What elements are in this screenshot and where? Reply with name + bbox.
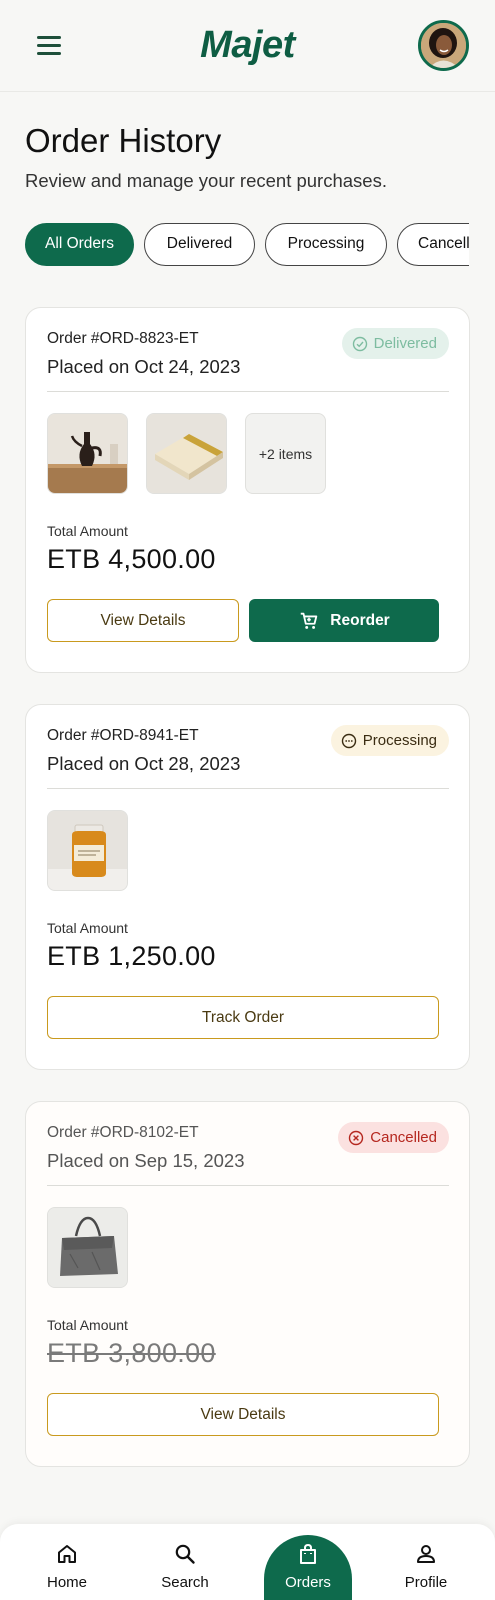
divider xyxy=(47,1185,449,1186)
total-amount: ETB 1,250.00 xyxy=(47,941,216,971)
shopping-bag-icon xyxy=(300,1543,316,1564)
nav-search[interactable]: Search xyxy=(140,1524,230,1600)
avatar[interactable] xyxy=(418,20,469,71)
product-thumbnail[interactable] xyxy=(47,810,128,891)
filter-chips: All Orders Delivered Processing Cancelle… xyxy=(25,223,469,267)
nav-home-label: Home xyxy=(46,1574,87,1591)
order-card: Order #ORD-8941-ET Placed on Oct 28, 202… xyxy=(25,704,470,1070)
divider xyxy=(47,391,449,392)
order-card: Order #ORD-8102-ET Placed on Sep 15, 202… xyxy=(25,1101,470,1467)
x-circle-icon xyxy=(349,1130,364,1145)
filter-chip-cancelled[interactable]: Cancelled xyxy=(397,223,469,266)
nav-orders-label: Orders xyxy=(285,1574,331,1591)
honey-jar-image xyxy=(48,811,127,890)
home-icon xyxy=(58,1545,76,1563)
top-app-bar: Majet xyxy=(0,0,495,92)
nav-home[interactable]: Home xyxy=(22,1524,112,1600)
order-id: Order #ORD-8941-ET xyxy=(47,727,199,744)
total-amount: ETB 4,500.00 xyxy=(47,544,216,574)
product-thumbnail[interactable] xyxy=(47,413,128,494)
check-circle-icon xyxy=(352,336,367,351)
order-date: Placed on Sep 15, 2023 xyxy=(47,1150,245,1171)
filter-chip-delivered[interactable]: Delivered xyxy=(144,223,255,266)
ellipsis-circle-icon xyxy=(341,733,356,748)
status-text: Delivered xyxy=(373,335,437,352)
nav-orders[interactable]: Orders xyxy=(263,1524,353,1600)
user-icon xyxy=(417,1545,435,1563)
reorder-button[interactable]: Reorder xyxy=(249,599,439,642)
order-date: Placed on Oct 24, 2023 xyxy=(47,356,241,377)
coffee-pot-image xyxy=(48,414,127,493)
filter-chip-processing[interactable]: Processing xyxy=(265,223,387,266)
total-amount: ETB 3,800.00 xyxy=(47,1338,216,1368)
product-thumbnail[interactable] xyxy=(146,413,227,494)
bottom-navigation: Home Search Orders Profile xyxy=(0,1524,495,1600)
total-label: Total Amount xyxy=(47,523,128,539)
more-items-thumbnail[interactable]: +2 items xyxy=(245,413,326,494)
order-card: Order #ORD-8823-ET Placed on Oct 24, 202… xyxy=(25,307,470,673)
nav-profile-label: Profile xyxy=(404,1574,448,1591)
reorder-label: Reorder xyxy=(330,611,390,629)
status-text: Processing xyxy=(362,732,437,749)
avatar-image xyxy=(421,23,466,68)
status-badge: Processing xyxy=(330,725,449,756)
leather-bag-image xyxy=(48,1208,127,1287)
order-id: Order #ORD-8102-ET xyxy=(47,1124,199,1141)
search-icon xyxy=(175,1544,195,1564)
status-badge: Cancelled xyxy=(338,1122,449,1153)
product-thumbnail[interactable] xyxy=(47,1207,128,1288)
filter-chip-all-orders[interactable]: All Orders xyxy=(25,223,134,266)
status-badge: Delivered xyxy=(341,328,449,359)
woven-scarf-image xyxy=(147,414,226,493)
total-label: Total Amount xyxy=(47,1317,128,1333)
status-text: Cancelled xyxy=(370,1129,437,1146)
view-details-button[interactable]: View Details xyxy=(47,599,239,642)
total-label: Total Amount xyxy=(47,920,128,936)
divider xyxy=(47,788,449,789)
view-details-button[interactable]: View Details xyxy=(47,1393,439,1436)
nav-search-label: Search xyxy=(161,1574,209,1591)
order-date: Placed on Oct 28, 2023 xyxy=(47,753,241,774)
track-order-button[interactable]: Track Order xyxy=(47,996,439,1039)
nav-profile[interactable]: Profile xyxy=(381,1524,471,1600)
page-title: Order History xyxy=(25,122,222,159)
page-subtitle: Review and manage your recent purchases. xyxy=(25,170,387,191)
cart-icon xyxy=(301,612,318,629)
order-id: Order #ORD-8823-ET xyxy=(47,330,199,347)
